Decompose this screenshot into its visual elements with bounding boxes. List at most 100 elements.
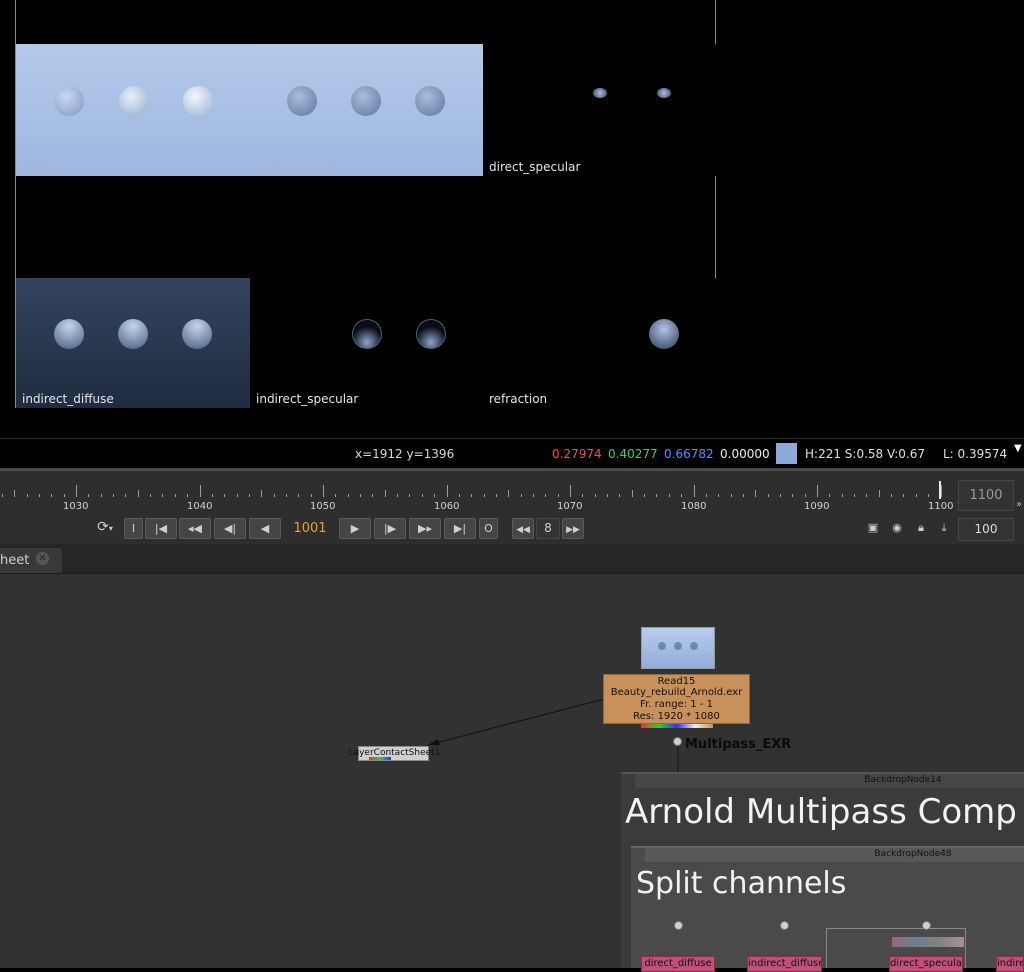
dot-node[interactable] [922, 921, 931, 930]
record-button[interactable]: ◉ [888, 518, 906, 539]
dot-node[interactable] [673, 737, 682, 746]
playback-mode-button[interactable]: ⟳▾ [92, 518, 118, 539]
flipbook-icon: ▣ [867, 521, 879, 534]
ruler-tick [619, 494, 620, 497]
ruler-tick [496, 494, 497, 497]
ruler-tick [125, 494, 126, 497]
shuffle-node-indirect[interactable]: indirect [996, 956, 1024, 972]
hsv-readout: H:221 S:0.58 V:0.67 [805, 447, 925, 461]
image-viewer[interactable]: beauty direct_diffuse direct_specular in… [0, 0, 1024, 438]
ruler-tick [706, 494, 707, 497]
frame-ruler[interactable]: 1030 1040 1050 1060 1070 1080 1090 1100 [0, 471, 955, 515]
ruler-tick [521, 494, 522, 497]
sphere [690, 642, 698, 650]
ruler-label: 1100 [928, 501, 954, 512]
ruler-tick [669, 494, 670, 497]
tile-indirect-diffuse: indirect_diffuse [16, 278, 250, 408]
dropdown-arrow-icon[interactable]: ▼ [1014, 443, 1022, 454]
tile-label: direct_specular [489, 160, 581, 174]
lock-icon: 🔒︎ [918, 521, 924, 534]
shuffle-node-direct-diffuse[interactable]: direct_diffuse [641, 956, 715, 972]
next-key-icon: ▶▸ [418, 522, 432, 535]
sphere [415, 86, 445, 116]
read-node-file: Beauty_rebuild_Arnold.exr [610, 687, 743, 698]
playhead[interactable] [939, 481, 941, 499]
ruler-tick [261, 490, 262, 497]
chevron-right-icon[interactable]: » [1016, 499, 1022, 510]
flipbook-button[interactable]: ▣ [864, 518, 882, 539]
shuffle-node-indirect-diffuse[interactable]: indirect_diffuse [747, 956, 822, 972]
rewind-icon: ◀◀ [516, 525, 530, 535]
fps-field[interactable]: 100 [958, 518, 1014, 541]
ruler-tick [644, 494, 645, 497]
timeline-panel: 1030 1040 1050 1060 1070 1080 1090 1100 1100 » … [0, 468, 1024, 544]
end-frame-field[interactable]: 1100 [958, 480, 1014, 511]
play-back-icon: ◀ [260, 522, 270, 535]
luma-readout: L: 0.39574 [943, 447, 1008, 461]
record-icon: ◉ [892, 521, 902, 534]
shuffle-node-direct-specular[interactable]: direct_specular [889, 956, 963, 972]
tile-direct-specular: direct_specular [483, 44, 716, 176]
set-in-point-button[interactable]: I [124, 518, 143, 539]
ruler-tick [27, 494, 28, 497]
ruler-tick [335, 494, 336, 497]
prev-key-icon: ◂◀ [188, 522, 202, 535]
ruler-tick [780, 494, 781, 497]
dot-node[interactable] [674, 921, 683, 930]
read-node-thumbnail[interactable] [641, 627, 715, 669]
ruler-tick [743, 494, 744, 497]
next-keyframe-button[interactable]: ▶▸ [409, 518, 441, 539]
ruler-tick [879, 490, 880, 497]
ruler-tick [138, 490, 139, 497]
read-node-res: Res: 1920 * 1080 [633, 711, 720, 722]
ruler-tick [656, 494, 657, 497]
rewind-increment-button[interactable]: ◀◀ [512, 518, 534, 539]
ruler-tick [595, 494, 596, 497]
sphere [593, 88, 607, 98]
read-node[interactable]: Read15 Beauty_rebuild_Arnold.exr Fr. ran… [603, 674, 750, 724]
last-frame-button[interactable]: ▶| [444, 518, 476, 539]
lock-button[interactable]: 🔒︎ [912, 518, 930, 539]
ruler-tick [372, 494, 373, 497]
dot-node[interactable] [780, 921, 789, 930]
ruler-tick [2, 494, 3, 497]
first-frame-button[interactable]: |◀ [145, 518, 177, 539]
ruler-tick [484, 494, 485, 497]
sphere [54, 86, 84, 116]
increment-field[interactable]: 8 [536, 518, 560, 539]
ruler-label: 1060 [434, 501, 460, 512]
previous-keyframe-button[interactable]: ◂◀ [179, 518, 211, 539]
green-value: 0.40277 [608, 447, 658, 461]
ruler-tick [434, 494, 435, 497]
cache-button[interactable]: ⤓ [934, 518, 954, 539]
step-back-button[interactable]: ◀| [214, 518, 246, 539]
skip-end-icon: ▶| [453, 522, 467, 535]
download-icon: ⤓ [941, 521, 947, 534]
ruler-tick [842, 494, 843, 497]
tile-label: direct_diffuse [256, 160, 337, 174]
contact-sheet-label: LayerContactSheet1 [348, 748, 441, 758]
play-forward-button[interactable]: ▶ [339, 518, 371, 539]
forward-increment-button[interactable]: ▶▶ [562, 518, 584, 539]
current-frame-field[interactable]: 1001 [288, 518, 332, 539]
tile-refraction: refraction [483, 278, 716, 408]
ruler-tick [101, 494, 102, 497]
ruler-label: 1050 [310, 501, 336, 512]
ruler-tick [187, 494, 188, 497]
ruler-tick [286, 494, 287, 497]
ruler-tick [694, 485, 695, 497]
step-forward-button[interactable]: |▶ [374, 518, 406, 539]
ruler-tick [471, 494, 472, 497]
sphere [287, 86, 317, 116]
sphere [657, 88, 671, 98]
play-backward-button[interactable]: ◀ [249, 518, 281, 539]
fast-forward-icon: ▶▶ [566, 525, 580, 535]
set-out-point-button[interactable]: O [479, 518, 498, 539]
ruler-tick [928, 494, 929, 497]
ruler-tick [731, 494, 732, 497]
layer-contact-sheet-node[interactable]: LayerContactSheet1 [349, 746, 440, 761]
ruler-tick [755, 490, 756, 497]
node-graph[interactable]: heet ✕ Read15 Beauty_rebuild_Arnold.exr … [0, 544, 1024, 972]
ruler-tick [817, 485, 818, 497]
tile-indirect-specular: indirect_specular [250, 278, 483, 408]
